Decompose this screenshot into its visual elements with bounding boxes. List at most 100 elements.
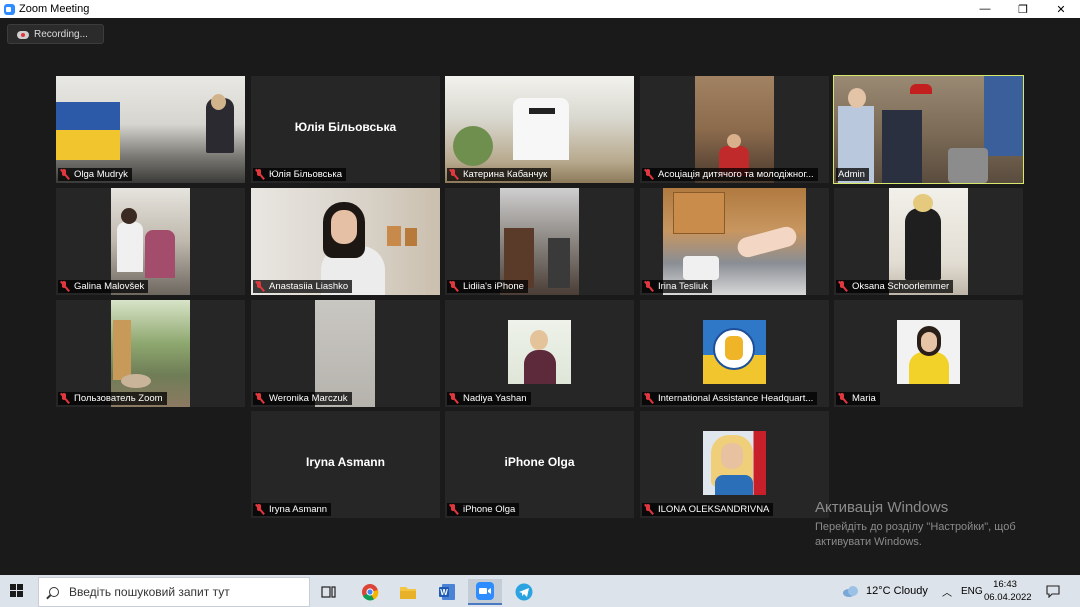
show-hidden-icons-button[interactable]: ︿ <box>942 575 952 607</box>
video-feed <box>445 76 634 183</box>
participant-tile-active-speaker[interactable]: Admin <box>833 75 1024 184</box>
participant-tile[interactable]: Oksana Schoorlemmer <box>834 188 1023 295</box>
participant-name-label: International Assistance Headquart... <box>642 392 818 405</box>
video-feed <box>56 76 245 183</box>
title-bar: Zoom Meeting — ❐ ✕ <box>0 0 1080 18</box>
participant-name-label: Maria <box>836 392 880 405</box>
input-language-indicator[interactable]: ENG <box>961 575 983 607</box>
muted-mic-icon <box>644 281 653 292</box>
search-placeholder: Введіть пошуковий запит тут <box>69 585 230 599</box>
close-button[interactable]: ✕ <box>1042 0 1080 18</box>
participant-tile[interactable]: Maria <box>834 300 1023 407</box>
weather-widget[interactable]: 12°C Cloudy <box>842 575 928 607</box>
participant-name-label: Асоціація дитячого та молодіжног... <box>642 168 818 181</box>
participant-name-label: ILONA OLEKSANDRIVNA <box>642 503 774 516</box>
taskbar-app-word[interactable]: W <box>430 579 464 605</box>
muted-mic-icon <box>838 393 847 404</box>
muted-mic-icon <box>60 393 69 404</box>
participant-tile[interactable]: Irina Tesliuk <box>640 188 829 295</box>
folder-icon <box>400 587 416 599</box>
participant-name-label: iPhone Olga <box>447 503 520 516</box>
participant-tile[interactable]: Weronika Marczuk <box>251 300 440 407</box>
participant-tile[interactable]: Nadiya Yashan <box>445 300 634 407</box>
participant-tile[interactable]: Асоціація дитячого та молодіжног... <box>640 76 829 183</box>
watermark-title: Активація Windows <box>815 499 949 516</box>
participant-tile[interactable]: iPhone Olga iPhone Olga <box>445 411 634 518</box>
participant-name-label: Galina Malovšek <box>58 280 149 293</box>
taskbar-app-zoom[interactable] <box>468 579 502 605</box>
participant-tile[interactable]: Катерина Кабанчук <box>445 76 634 183</box>
notifications-button[interactable] <box>1046 575 1060 607</box>
participant-name-label: Irina Tesliuk <box>642 280 712 293</box>
clock-time: 16:43 <box>993 579 1017 590</box>
search-icon <box>49 587 59 597</box>
weather-text: 12°C Cloudy <box>866 585 928 597</box>
participant-name-label: Lidiia's iPhone <box>447 280 528 293</box>
watermark-text: Перейдіть до розділу "Настройки", щоб ак… <box>815 521 1016 548</box>
muted-mic-icon <box>644 504 653 515</box>
zoom-icon <box>476 582 494 600</box>
participant-tile[interactable]: ILONA OLEKSANDRIVNA <box>640 411 829 518</box>
participant-name-label: Катерина Кабанчук <box>447 168 552 181</box>
windows-activation-watermark: Активація Windows Перейдіть до розділу "… <box>815 499 1045 550</box>
muted-mic-icon <box>449 281 458 292</box>
minimize-button[interactable]: — <box>966 0 1004 18</box>
windows-start-button[interactable] <box>10 584 24 598</box>
taskbar-app-chrome[interactable] <box>353 579 387 605</box>
muted-mic-icon <box>255 281 264 292</box>
participant-tile[interactable]: Olga Mudryk <box>56 76 245 183</box>
cloud-record-icon <box>17 29 29 39</box>
participant-tile[interactable]: Anastasiia Liashko <box>251 188 440 295</box>
participant-display-name: Iryna Asmann <box>306 455 385 469</box>
participant-tile[interactable]: Iryna Asmann Iryna Asmann <box>251 411 440 518</box>
muted-mic-icon <box>449 393 458 404</box>
svg-text:W: W <box>440 588 448 597</box>
zoom-logo-icon <box>4 3 15 15</box>
chevron-up-icon: ︿ <box>942 587 952 599</box>
video-feed <box>695 76 774 183</box>
participant-name-label: Nadiya Yashan <box>447 392 531 405</box>
recording-indicator[interactable]: Recording... <box>7 24 104 44</box>
maximize-button[interactable]: ❐ <box>1004 0 1042 18</box>
participant-tile[interactable]: Lidiia's iPhone <box>445 188 634 295</box>
muted-mic-icon <box>838 281 847 292</box>
participant-tile[interactable]: Galina Malovšek <box>56 188 245 295</box>
video-feed <box>889 188 968 295</box>
video-feed <box>500 188 579 295</box>
participant-display-name: Юлія Більовська <box>294 120 397 134</box>
organization-logo <box>703 320 766 384</box>
task-view-button[interactable] <box>312 579 346 605</box>
recording-label: Recording... <box>34 28 88 40</box>
muted-mic-icon <box>644 169 653 180</box>
video-feed <box>508 320 571 384</box>
system-clock[interactable]: 16:43 06.04.2022 <box>984 578 1032 604</box>
participant-tile[interactable]: Юлія Більовська Юлія Більовська <box>251 76 440 183</box>
video-feed <box>315 300 375 407</box>
clock-date: 06.04.2022 <box>984 592 1032 603</box>
participant-name-label: Пользователь Zoom <box>58 392 167 405</box>
word-icon: W <box>439 584 455 600</box>
video-feed <box>897 320 960 384</box>
participant-name-label: Iryna Asmann <box>253 503 332 516</box>
muted-mic-icon <box>255 504 264 515</box>
task-view-icon <box>321 586 336 598</box>
muted-mic-icon <box>449 504 458 515</box>
muted-mic-icon <box>449 169 458 180</box>
taskbar-app-telegram[interactable] <box>507 579 541 605</box>
window-title: Zoom Meeting <box>19 3 90 15</box>
muted-mic-icon <box>255 169 264 180</box>
video-feed <box>663 188 806 295</box>
taskbar-search-box[interactable]: Введіть пошуковий запит тут <box>38 577 310 607</box>
muted-mic-icon <box>60 169 69 180</box>
participant-tile[interactable]: International Assistance Headquart... <box>640 300 829 407</box>
participant-name-label: Olga Mudryk <box>58 168 132 181</box>
notification-icon <box>1046 584 1060 598</box>
muted-mic-icon <box>255 393 264 404</box>
participant-tile[interactable]: Пользователь Zoom <box>56 300 245 407</box>
taskbar-app-file-explorer[interactable] <box>391 579 425 605</box>
taskbar: Введіть пошуковий запит тут W 12°C Cloud… <box>0 575 1080 607</box>
video-feed <box>703 431 766 495</box>
telegram-icon <box>515 583 533 601</box>
participant-name-label: Anastasiia Liashko <box>253 280 353 293</box>
participant-name-label: Oksana Schoorlemmer <box>836 280 954 293</box>
